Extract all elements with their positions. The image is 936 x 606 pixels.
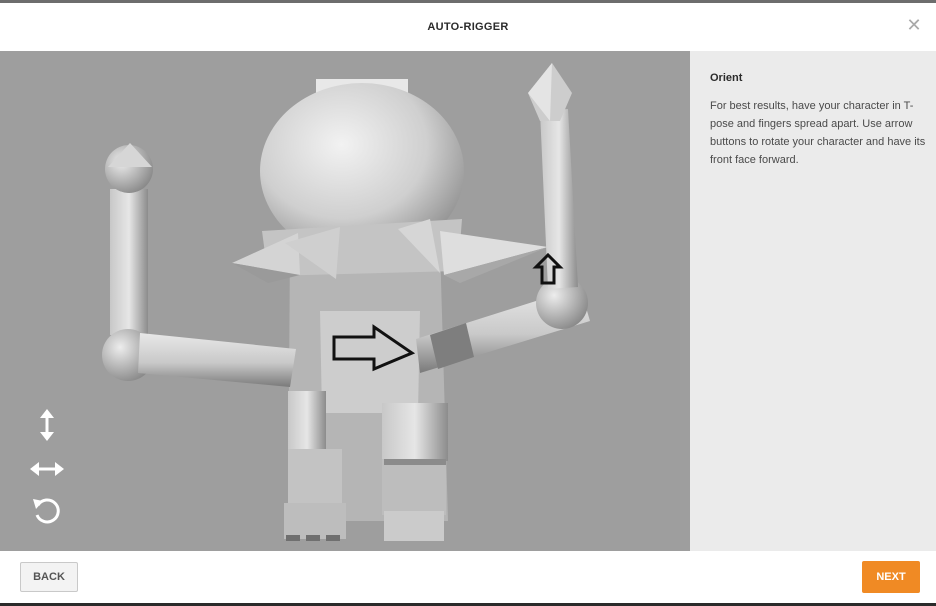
vertical-arrow-icon [40,409,54,441]
horizontal-rotate-button[interactable] [28,452,66,486]
panel-instructions: For best results, have your character in… [710,100,926,166]
model-viewport[interactable] [0,51,690,551]
dialog-title: AUTO-RIGGER [427,21,509,33]
horizontal-arrow-icon [30,462,64,476]
instructions-panel: Orient For best results, have your chara… [690,51,936,551]
reset-icon [33,498,60,524]
reset-rotation-button[interactable] [28,493,66,527]
vertical-rotate-button[interactable] [28,407,66,441]
next-button[interactable]: NEXT [862,561,920,593]
auto-rigger-dialog: AUTO-RIGGER ✕ Orient For best results, h… [0,3,936,603]
dialog-header: AUTO-RIGGER ✕ [0,3,936,52]
panel-heading: Orient [710,72,743,84]
dialog-footer: BACK NEXT [0,551,936,603]
close-icon[interactable]: ✕ [906,16,922,34]
character-model [102,63,590,541]
back-button[interactable]: BACK [20,562,78,592]
